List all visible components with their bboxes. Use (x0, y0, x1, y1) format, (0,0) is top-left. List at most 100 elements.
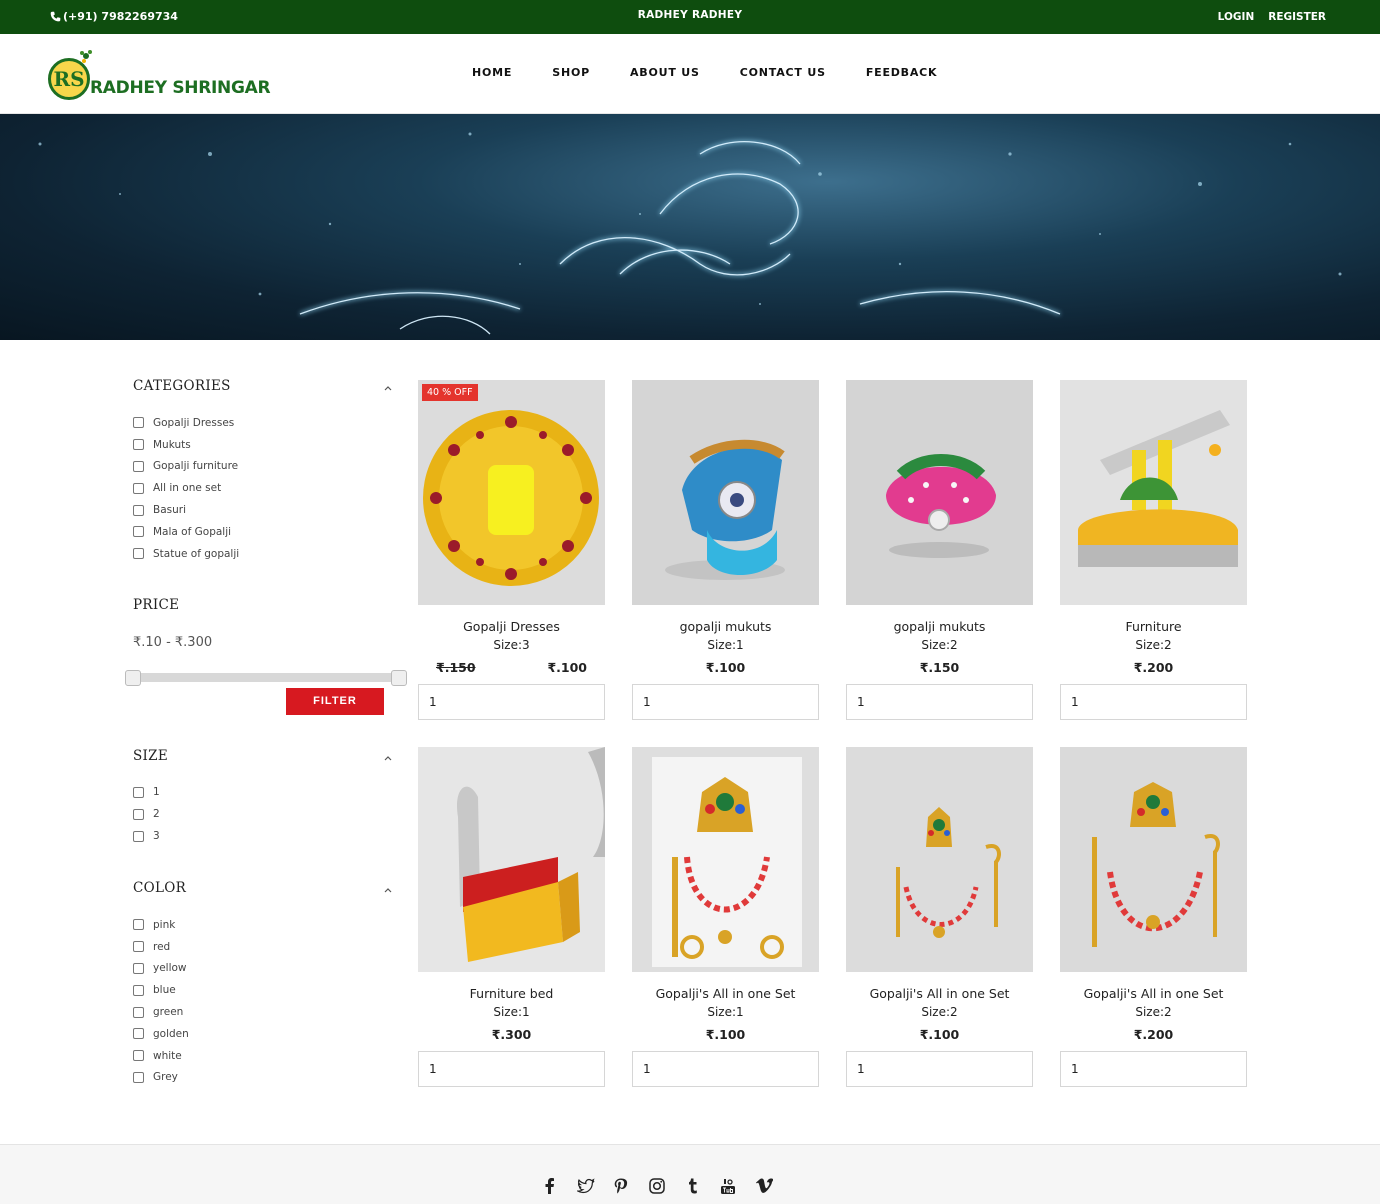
checkbox[interactable] (133, 1028, 144, 1040)
chevron-up-icon[interactable] (383, 383, 393, 393)
login-link[interactable]: LOGIN (1218, 11, 1255, 23)
product-name[interactable]: Gopalji's All in one Set (1060, 986, 1247, 1005)
pinterest-icon[interactable] (603, 1175, 639, 1197)
size-header[interactable]: SIZE (133, 748, 395, 768)
register-link[interactable]: REGISTER (1268, 11, 1326, 23)
discount-badge: 40 % OFF (422, 384, 478, 401)
product-image[interactable] (846, 747, 1033, 972)
color-option[interactable]: yellow (133, 958, 395, 980)
instagram-icon[interactable] (639, 1175, 675, 1197)
checkbox[interactable] (133, 919, 144, 931)
product-image[interactable] (1060, 380, 1247, 605)
checkbox[interactable] (133, 1071, 144, 1083)
nav-shop[interactable]: SHOP (552, 66, 590, 79)
category-option[interactable]: Statue of gopalji (133, 543, 395, 565)
product-card[interactable]: gopalji mukuts Size:1 ₹.100 1 (632, 380, 819, 720)
size-option[interactable]: 1 (133, 782, 395, 804)
site-logo[interactable]: RS RADHEY SHRINGAR (48, 46, 271, 102)
checkbox[interactable] (133, 460, 144, 472)
nav-home[interactable]: HOME (472, 66, 512, 79)
color-option[interactable]: pink (133, 914, 395, 936)
category-option[interactable]: Basuri (133, 499, 395, 521)
price-slider[interactable] (125, 669, 407, 686)
quantity-input[interactable]: 1 (846, 684, 1033, 720)
product-card[interactable]: Gopalji's All in one Set Size:2 ₹.100 1 (846, 747, 1033, 1087)
vimeo-icon[interactable] (746, 1175, 782, 1197)
checkbox[interactable] (133, 786, 144, 798)
product-price: ₹.100 (547, 660, 587, 675)
size-option[interactable]: 2 (133, 803, 395, 825)
facebook-icon[interactable] (532, 1175, 568, 1197)
color-header[interactable]: COLOR (133, 880, 395, 900)
youtube-icon[interactable] (710, 1175, 746, 1197)
color-option[interactable]: red (133, 936, 395, 958)
checkbox[interactable] (133, 941, 144, 953)
color-option[interactable]: blue (133, 979, 395, 1001)
category-option[interactable]: Mukuts (133, 434, 395, 456)
product-name[interactable]: Gopalji Dresses (418, 619, 605, 638)
quantity-input[interactable]: 1 (632, 1051, 819, 1087)
nav-contact-us[interactable]: CONTACT US (740, 66, 826, 79)
checkbox[interactable] (133, 548, 144, 560)
product-card[interactable]: 40 % OFF Gopalji Dresses Size:3 ₹.150 ₹.… (418, 380, 605, 720)
product-card[interactable]: Furniture Size:2 ₹.200 1 (1060, 380, 1247, 720)
checkbox[interactable] (133, 1006, 144, 1018)
product-name[interactable]: gopalji mukuts (632, 619, 819, 638)
category-option[interactable]: All in one set (133, 477, 395, 499)
product-card[interactable]: gopalji mukuts Size:2 ₹.150 1 (846, 380, 1033, 720)
product-name[interactable]: Gopalji's All in one Set (846, 986, 1033, 1005)
product-image[interactable] (632, 380, 819, 605)
product-image[interactable]: 40 % OFF (418, 380, 605, 605)
nav-about-us[interactable]: ABOUT US (630, 66, 700, 79)
product-name[interactable]: Gopalji's All in one Set (632, 986, 819, 1005)
product-card[interactable]: Gopalji's All in one Set Size:2 ₹.200 1 (1060, 747, 1247, 1087)
quantity-input[interactable]: 1 (1060, 1051, 1247, 1087)
color-option[interactable]: Grey (133, 1067, 395, 1089)
chevron-up-icon[interactable] (383, 885, 393, 895)
quantity-input[interactable]: 1 (846, 1051, 1033, 1087)
checkbox[interactable] (133, 526, 144, 538)
product-price: ₹.100 (919, 1027, 960, 1042)
color-list: pink red yellow blue green golden white … (133, 914, 395, 1088)
product-price: ₹.300 (491, 1027, 532, 1042)
category-option[interactable]: Gopalji Dresses (133, 412, 395, 434)
color-option[interactable]: white (133, 1045, 395, 1067)
checkbox[interactable] (133, 439, 144, 451)
product-image[interactable] (418, 747, 605, 972)
checkbox[interactable] (133, 482, 144, 494)
category-option[interactable]: Mala of Gopalji (133, 521, 395, 543)
product-image[interactable] (1060, 747, 1247, 972)
checkbox[interactable] (133, 984, 144, 996)
category-option[interactable]: Gopalji furniture (133, 456, 395, 478)
color-option[interactable]: green (133, 1001, 395, 1023)
leaf-icon (80, 50, 92, 63)
twitter-icon[interactable] (568, 1175, 604, 1197)
main-nav: HOME SHOP ABOUT US CONTACT US FEEDBACK (472, 66, 937, 79)
checkbox[interactable] (133, 504, 144, 516)
quantity-input[interactable]: 1 (1060, 684, 1247, 720)
tumblr-icon[interactable] (675, 1175, 711, 1197)
nav-feedback[interactable]: FEEDBACK (866, 66, 938, 79)
product-image[interactable] (632, 747, 819, 972)
size-option[interactable]: 3 (133, 825, 395, 847)
quantity-input[interactable]: 1 (632, 684, 819, 720)
product-name[interactable]: Furniture (1060, 619, 1247, 638)
checkbox[interactable] (133, 808, 144, 820)
quantity-input[interactable]: 1 (418, 1051, 605, 1087)
checkbox[interactable] (133, 1050, 144, 1062)
filter-button[interactable]: FILTER (286, 687, 384, 715)
chevron-up-icon[interactable] (383, 753, 393, 763)
product-name[interactable]: gopalji mukuts (846, 619, 1033, 638)
product-image[interactable] (846, 380, 1033, 605)
checkbox[interactable] (133, 962, 144, 974)
product-size: Size:2 (921, 638, 958, 652)
checkbox[interactable] (133, 417, 144, 429)
quantity-input[interactable]: 1 (418, 684, 605, 720)
checkbox[interactable] (133, 830, 144, 842)
product-card[interactable]: Furniture bed Size:1 ₹.300 1 (418, 747, 605, 1087)
product-card[interactable]: Gopalji's All in one Set Size:1 ₹.100 1 (632, 747, 819, 1087)
color-option[interactable]: golden (133, 1023, 395, 1045)
site-footer (0, 1144, 1380, 1204)
product-name[interactable]: Furniture bed (418, 986, 605, 1005)
categories-header[interactable]: CATEGORIES (133, 378, 395, 398)
